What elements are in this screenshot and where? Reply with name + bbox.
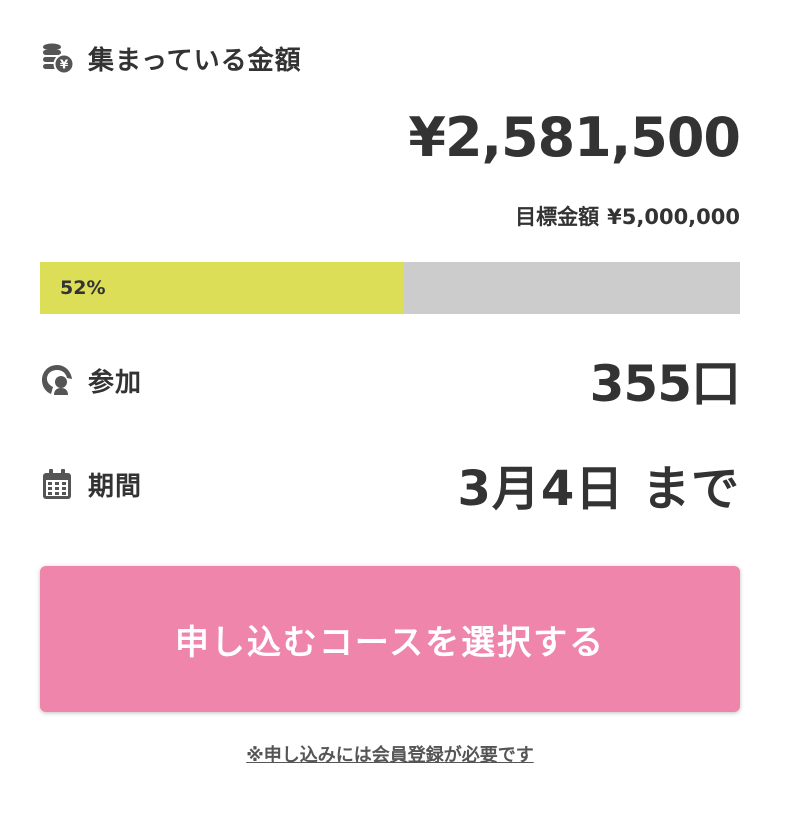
progress-percent: 52% — [60, 277, 106, 299]
collected-label: 集まっている金額 — [88, 45, 302, 76]
calendar-icon — [40, 467, 74, 501]
period-label: 期間 — [88, 471, 143, 502]
collected-header: ¥ 集まっている金額 — [40, 36, 740, 80]
registration-note: ※申し込みには会員登録が必要です — [40, 742, 740, 770]
progress-bar: 52% — [40, 262, 740, 314]
goal-amount-line: 目標金額 ¥5,000,000 — [40, 202, 740, 232]
goal-amount: ¥5,000,000 — [607, 205, 740, 229]
supporters-label: 参加 — [88, 367, 143, 398]
svg-text:¥: ¥ — [60, 58, 69, 72]
goal-label: 目標金額 — [515, 205, 600, 229]
registration-required-link[interactable]: ※申し込みには会員登録が必要です — [246, 745, 534, 766]
supporters-count: 355口 — [589, 355, 741, 413]
select-course-button[interactable]: 申し込むコースを選択する — [40, 566, 740, 712]
supporters-row: 参加 355口 — [40, 344, 741, 416]
period-row: 期間 3月4日 まで — [40, 448, 740, 520]
collected-amount: ¥2,581,500 — [408, 106, 741, 169]
coins-yen-icon: ¥ — [40, 41, 74, 75]
period-deadline: 3月4日 まで — [457, 461, 740, 517]
supporter-icon — [40, 363, 74, 397]
